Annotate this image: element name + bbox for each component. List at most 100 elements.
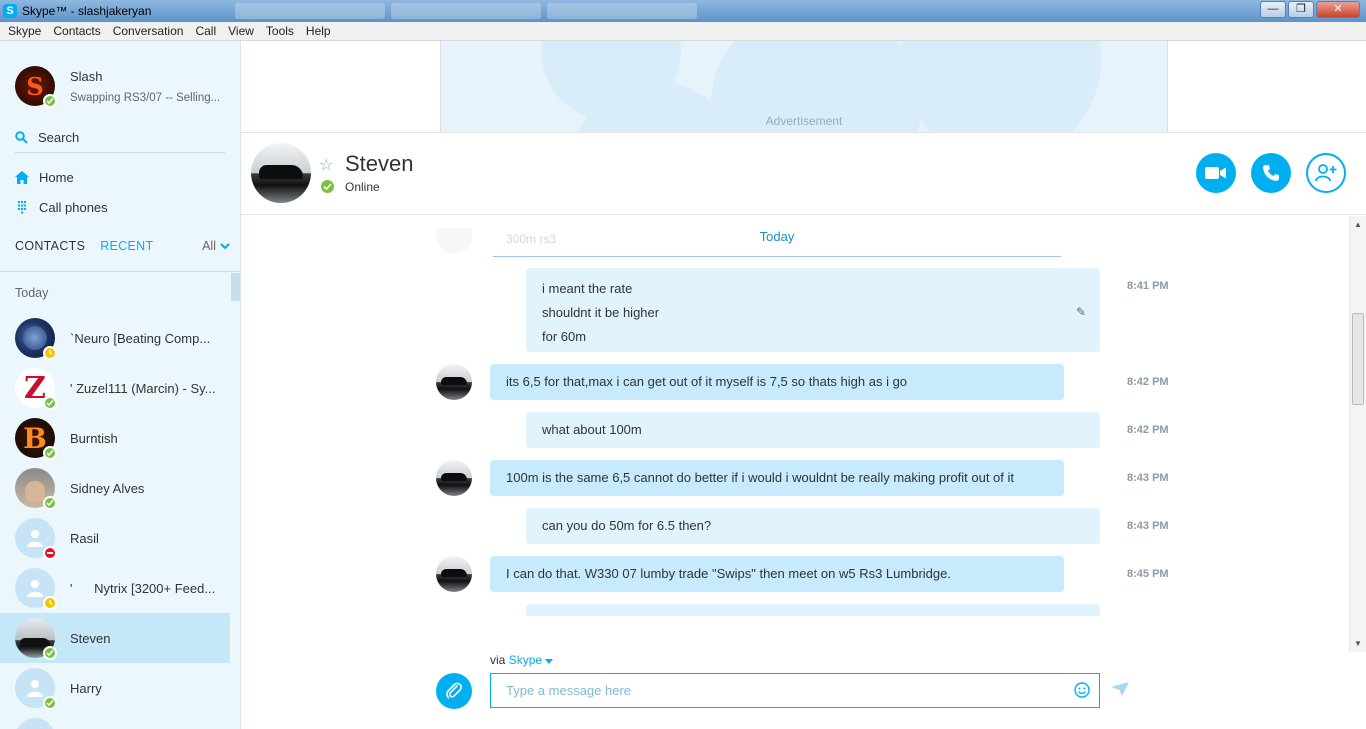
- contact-name: Burntish: [70, 430, 118, 446]
- contact-avatar: [15, 568, 57, 610]
- contact-item[interactable]: Z ' Zuzel111 (Marcin) - Sy...: [0, 363, 230, 413]
- message-time: 8:45 PM: [1127, 568, 1169, 580]
- message-bubble-incoming[interactable]: I can do that. W330 07 lumby trade "Swip…: [490, 556, 1064, 592]
- search-label: Search: [38, 130, 80, 145]
- message-bubble-outgoing[interactable]: what about 100m: [526, 412, 1100, 448]
- contact-name: Sidney Alves: [70, 480, 145, 496]
- message-line: i meant the rate: [542, 281, 633, 296]
- message-line: what about 100m: [542, 422, 642, 437]
- tab-contacts[interactable]: CONTACTS: [15, 239, 85, 253]
- contact-item[interactable]: Sidney Alves: [0, 463, 230, 513]
- message-line: for 60m: [542, 329, 587, 344]
- contact-avatar-large[interactable]: [251, 143, 311, 203]
- default-user-icon: [27, 530, 43, 547]
- sender-avatar[interactable]: [436, 460, 472, 496]
- chevron-down-icon: [545, 659, 554, 664]
- close-button[interactable]: ✕: [1316, 1, 1360, 18]
- nav-home[interactable]: Home: [15, 170, 74, 185]
- contact-item[interactable]: B Burntish: [0, 413, 230, 463]
- search-icon: [15, 131, 28, 144]
- online-status-icon: [321, 180, 334, 193]
- contact-list-scrollbar[interactable]: [231, 273, 240, 301]
- contact-item[interactable]: `Neuro [Beating Comp...: [0, 313, 230, 363]
- skype-logo-icon: S: [3, 4, 17, 18]
- message-line: I can do that. W330 07 lumby trade "Swip…: [506, 566, 951, 581]
- advertisement-banner[interactable]: Advertisement: [440, 41, 1168, 132]
- nav-call-phones-label: Call phones: [39, 200, 108, 215]
- menu-conversation[interactable]: Conversation: [107, 24, 190, 38]
- contact-item[interactable]: Rasil: [0, 513, 230, 563]
- profile-avatar[interactable]: S: [15, 66, 57, 108]
- phone-icon: [1263, 165, 1279, 181]
- divider: [0, 271, 240, 272]
- message-time: 8:41 PM: [1127, 280, 1169, 292]
- message-bubble-outgoing[interactable]: can you do 50m for 6.5 then?: [526, 508, 1100, 544]
- contact-avatar: [15, 318, 57, 360]
- message-input[interactable]: [490, 673, 1100, 708]
- menu-skype[interactable]: Skype: [2, 24, 47, 38]
- date-separator: Today: [493, 216, 1061, 257]
- paperclip-icon: [446, 682, 462, 699]
- send-button[interactable]: [1111, 682, 1129, 699]
- advertisement-label: Advertisement: [765, 114, 843, 128]
- message-bubble-outgoing-partial[interactable]: [526, 604, 1100, 616]
- filter-label: All: [202, 239, 216, 253]
- menu-tools[interactable]: Tools: [260, 24, 300, 38]
- menu-contacts[interactable]: Contacts: [47, 24, 106, 38]
- menu-view[interactable]: View: [222, 24, 260, 38]
- filter-dropdown[interactable]: All: [202, 239, 230, 253]
- chevron-down-icon: [220, 242, 230, 249]
- profile-mood: Swapping RS3/07 -- Selling...: [70, 91, 221, 104]
- recent-contact-list: `Neuro [Beating Comp... Z ' Zuzel111 (Ma…: [0, 313, 230, 729]
- send-via-selector[interactable]: via Skype: [490, 653, 554, 667]
- smiley-icon: [1074, 682, 1090, 698]
- contact-avatar: [15, 518, 57, 560]
- profile-name: Slash: [70, 68, 103, 84]
- message-bubble-incoming[interactable]: its 6,5 for that,max i can get out of it…: [490, 364, 1064, 400]
- contact-avatar: Z: [15, 368, 57, 410]
- menu-help[interactable]: Help: [300, 24, 337, 38]
- away-status-icon: [43, 596, 57, 610]
- scroll-up-icon[interactable]: ▲: [1354, 220, 1362, 229]
- sender-avatar[interactable]: [436, 556, 472, 592]
- via-service: Skype: [508, 653, 543, 667]
- conversation-contact-name: Steven: [345, 151, 414, 176]
- maximize-button[interactable]: ❐: [1288, 1, 1314, 18]
- home-icon: [15, 171, 29, 184]
- contact-name: ' Nytrix [3200+ Feed...: [70, 580, 216, 596]
- minimize-button[interactable]: —: [1260, 1, 1286, 18]
- faded-avatar: [436, 228, 472, 254]
- message-time: 8:42 PM: [1127, 376, 1169, 388]
- message-line: can you do 50m for 6.5 then?: [542, 518, 712, 533]
- sidebar: S Slash Swapping RS3/07 -- Selling... Se…: [0, 41, 241, 729]
- message-time: 8:43 PM: [1127, 520, 1169, 532]
- nav-home-label: Home: [39, 170, 74, 185]
- menu-call[interactable]: Call: [189, 24, 222, 38]
- nav-call-phones[interactable]: Call phones: [15, 200, 108, 215]
- tab-recent[interactable]: RECENT: [100, 239, 153, 253]
- contact-item-selected[interactable]: Steven: [0, 613, 230, 663]
- window-controls: — ❐ ✕: [1260, 1, 1360, 18]
- message-bubble-incoming[interactable]: 100m is the same 6,5 cannot do better if…: [490, 460, 1064, 496]
- emoticon-button[interactable]: [1074, 682, 1090, 701]
- contact-item[interactable]: [0, 713, 230, 729]
- contact-item[interactable]: ' Nytrix [3200+ Feed...: [0, 563, 230, 613]
- contact-item[interactable]: Harry: [0, 663, 230, 713]
- contact-avatar: [15, 468, 57, 510]
- background-taskbar-tabs: [235, 3, 697, 19]
- profile-card[interactable]: S Slash Swapping RS3/07 -- Selling...: [15, 66, 221, 108]
- online-status-icon: [43, 396, 57, 410]
- sender-avatar[interactable]: [436, 364, 472, 400]
- online-status-icon: [43, 496, 57, 510]
- scroll-down-icon[interactable]: ▼: [1354, 639, 1362, 648]
- attach-button[interactable]: [436, 673, 472, 709]
- video-call-button[interactable]: [1196, 153, 1236, 193]
- add-people-button[interactable]: [1306, 153, 1346, 193]
- message-bubble-outgoing[interactable]: i meant the rate shouldnt it be higher f…: [526, 268, 1100, 352]
- scrollbar-thumb[interactable]: [1352, 313, 1364, 405]
- online-status-icon: [43, 696, 57, 710]
- favorite-star-icon[interactable]: ☆: [319, 155, 333, 175]
- search-button[interactable]: Search: [15, 123, 225, 153]
- voice-call-button[interactable]: [1251, 153, 1291, 193]
- history-scrollbar[interactable]: ▲ ▼: [1349, 216, 1366, 652]
